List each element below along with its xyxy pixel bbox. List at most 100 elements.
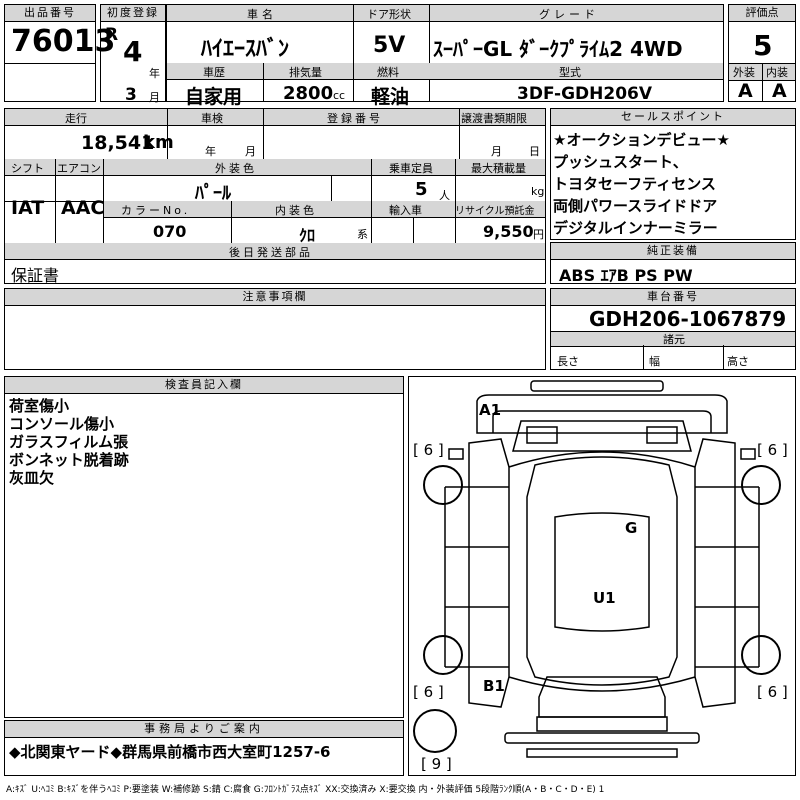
recycle-value: 9,550 [483,222,534,241]
chassis-label: 車台番号 [551,289,795,306]
fuel-value: 軽油 [371,86,410,108]
capacity-unit: 人 [439,189,450,202]
spare-tread: [ 9 ] [421,755,452,773]
sales-line: ★オークションデビュー★ [553,131,730,149]
int-grade: A [772,80,787,102]
ac-value: AAC [61,197,105,219]
first-registration-box: 初度登録 R 4 年 3 月 [100,4,166,105]
score-box: 評価点 5 外装 内装 A A [728,4,796,102]
inspector-label: 検査員記入欄 [5,377,403,394]
later-parts-value: 保証書 [11,266,60,285]
sales-line: トヨタセーフティセンス [553,175,716,193]
shift-label: シフト [11,162,44,175]
intcolor-value: ｸﾛ [299,226,316,245]
capacity-label: 乗車定員 [389,162,433,175]
ac-label: エアコン [57,162,101,175]
damage-b1: B1 [483,677,505,695]
wheel-rear-left [423,635,463,675]
model-label: 型式 [559,66,581,79]
office-text: ◆北関東ヤード◆群馬県前橋市西大室町1257-6 [9,743,331,761]
tire-rr-tread: [ 6 ] [757,683,788,701]
sales-line: プッシュスタート、 [553,153,688,171]
colorno-label: カラーNo. [121,204,191,217]
damage-a1: A1 [479,401,502,419]
legend: A:ｷｽﾞ U:ﾍｺﾐ B:ｷｽﾞを伴うﾍｺﾐ P:要塗装 W:補修跡 S:錆 … [6,785,605,795]
displacement-value: 2800 [283,83,334,104]
color-value: ﾊﾟｰﾙ [195,183,231,204]
sales-label: セールスポイント [551,109,795,126]
int-label: 内装 [766,66,788,79]
insp-year-unit: 年 [205,145,216,158]
chassis-box: 車台番号 GDH206-1067879 諸元 長さ 幅 高さ [550,288,796,370]
intcolor-unit: 系 [357,228,368,241]
ext-label: 外装 [733,66,755,79]
load-unit: kg [531,185,545,198]
door-label: ドア形状 [367,8,411,21]
equipment-label: 純正装備 [551,243,795,260]
notes-box: 注意事項欄 [4,288,546,370]
office-label: 事務局よりご案内 [5,721,403,738]
intcolor-label: 内装色 [275,204,317,217]
wheel-rear-right [741,635,781,675]
spec-width: 幅 [649,355,660,368]
colorno-value: 070 [153,222,187,241]
insp-month-unit: 月 [245,145,256,158]
transfer-label: 譲渡書類期限 [461,112,527,125]
vehicle-diagram: [ 6 ] [ 6 ] [ 6 ] [ 6 ] [ 9 ] A1 G U1 B1 [408,376,796,776]
spec-length: 長さ [557,355,579,368]
era: R [105,25,119,45]
equipment-box: 純正装備 ABS ｴｱB PS PW [550,242,796,285]
damage-g: G [625,519,638,537]
color-label: 外装色 [215,162,257,175]
capacity-value: 5 [415,179,428,200]
recycle-unit: 円 [533,228,544,241]
tire-fl-tread: [ 6 ] [413,441,444,459]
import-label: 輸入車 [389,204,422,217]
fuel-label: 燃料 [377,66,399,79]
sales-line: デジタルインナーミラー [553,219,718,237]
tire-fr-tread: [ 6 ] [757,441,788,459]
door-type: 5V [373,33,406,58]
lot-label: 出品番号 [5,5,95,22]
chassis-number: GDH206-1067879 [589,307,787,331]
lot-box: 出品番号 76013 [4,4,115,102]
office-box: 事務局よりご案内 ◆北関東ヤード◆群馬県前橋市西大室町1257-6 [4,720,404,776]
recycle-label: リサイクル預託金 [455,206,535,217]
vehicle-name: ﾊｲｴｰｽﾊﾞﾝ [201,37,290,62]
specs-label: 諸元 [663,333,685,346]
spec-height: 高さ [727,355,749,368]
load-label: 最大積載量 [471,162,526,175]
plate-label: 登録番号 [327,112,383,125]
notes-label: 注意事項欄 [5,289,545,306]
mileage-unit: km [143,132,174,153]
year-unit: 年 [149,67,160,80]
tire-rl-tread: [ 6 ] [413,683,444,701]
model-value: 3DF-GDH206V [517,84,653,104]
score-label: 評価点 [729,5,795,22]
equipment-value: ABS ｴｱB PS PW [559,266,693,285]
reg-year: 4 [123,35,143,68]
inspector-line: 灰皿欠 [9,469,55,487]
grade: ｽｰﾊﾟｰGL ﾀﾞｰｸﾌﾟﾗｲﾑ2 4WD [433,37,683,61]
main-header-box: 車名 ドア形状 グレード ﾊｲｴｰｽﾊﾞﾝ 5V ｽｰﾊﾟｰGL ﾀﾞｰｸﾌﾟﾗ… [166,4,724,108]
first-reg-label: 初度登録 [101,5,165,22]
inspection-label: 車検 [201,112,223,125]
wheel-front-right [741,465,781,505]
inspector-box: 検査員記入欄 荷室傷小 コンソール傷小 ガラスフィルム張 ボンネット脱着跡 灰皿… [4,376,404,718]
history-value: 自家用 [185,86,243,108]
mileage-label: 走行 [65,112,87,125]
sales-points-box: セールスポイント ★オークションデビュー★ プッシュスタート、 トヨタセーフティ… [550,108,796,240]
sales-line: 両側パワースライドドア [553,197,718,215]
history-label: 車歴 [203,66,225,79]
spare-wheel [413,709,457,753]
shift-value: IAT [11,197,45,219]
details-box: 走行 車検 登録番号 譲渡書類期限 18,541 km 年 月 月 日 シフト … [4,108,546,285]
transfer-day-unit: 日 [529,145,540,158]
grade-label: グレード [539,8,599,21]
displacement-label: 排気量 [289,66,322,79]
wheel-front-left [423,465,463,505]
ext-grade: A [738,80,753,102]
transfer-month-unit: 月 [491,145,502,158]
month-unit: 月 [149,91,160,104]
reg-month: 3 [125,85,137,105]
